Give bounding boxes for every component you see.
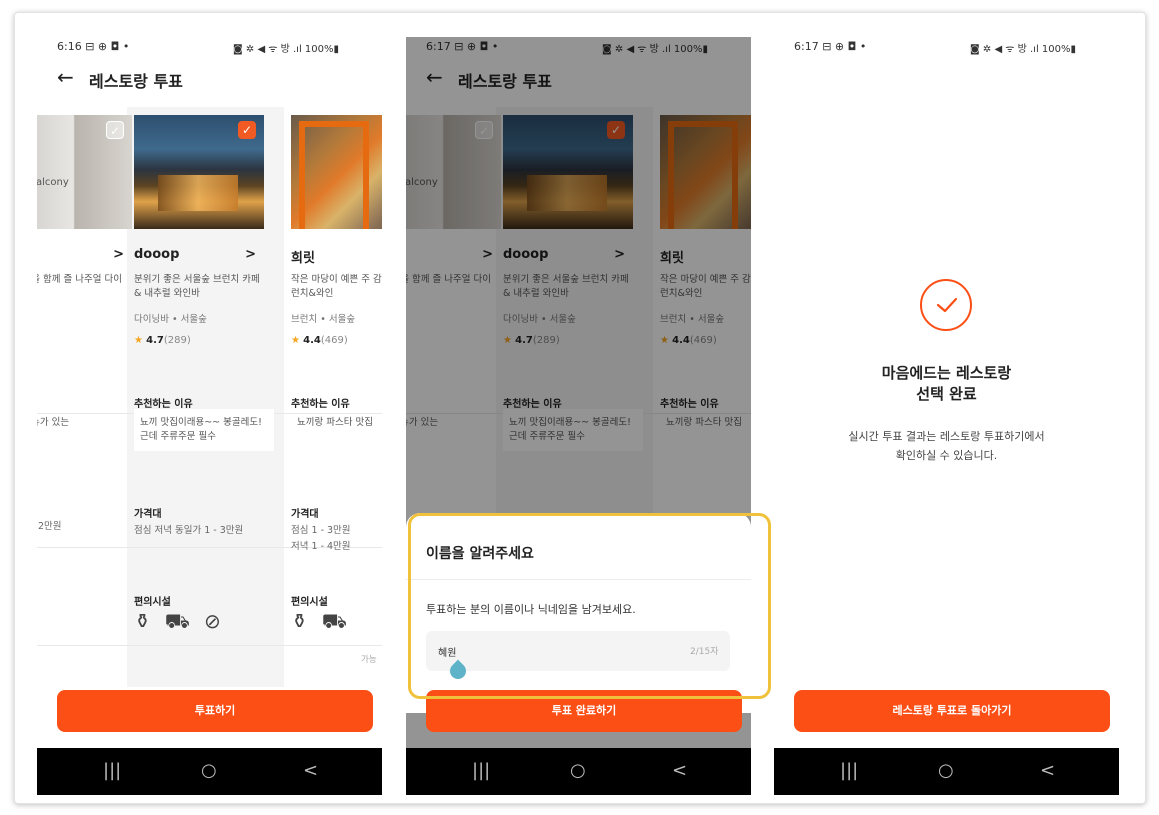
restaurant-photo [291,115,382,229]
system-nav-bar: ||| ○ < [774,748,1119,795]
review-count: (469) [320,335,348,346]
wine-glass-icon: ⚱ [291,609,322,633]
reason-title: 추천하는 이유 [291,399,350,410]
restaurant-card[interactable]: 희릿 작은 마당이 예쁜 주 감성의 브런치&와인 브런치 • 서울숲 ★ 4.… [291,115,382,665]
status-icons: ◙ ✲ ◀ ᯤ 방 .ıl 100%▮ [970,44,1077,55]
price-lunch: 점심 1 - 3만원 [291,525,351,536]
complete-title: 마음에드는 레스토랑 선택 완료 [774,363,1119,405]
check-circle-icon [920,279,972,331]
back-arrow-icon[interactable]: ← [57,65,74,89]
star-icon: ★ [291,335,300,346]
home-icon[interactable]: ○ [938,760,954,781]
restaurant-description: 분위기 좋은 서울숲 브런치 카페 & 내추럴 와인바 [134,274,260,299]
photo-sign-text: alcony [37,177,69,188]
photo-orange-frame [299,121,369,229]
system-nav-bar: ||| ○ < [37,748,382,795]
home-icon[interactable]: ○ [570,760,586,781]
complete-desc-line1: 실시간 투표 결과는 레스토랑 투표하기에서 [848,430,1045,443]
review-count: (289) [163,335,191,346]
price-text: 일가 1 - 2만원 [37,521,62,532]
restaurant-photo: alcony ✓ [37,115,132,229]
reason-text: 타' 메뉴가 있는 [37,417,70,428]
rating-score: 4.4 [303,335,321,346]
facility-icons: ⚱⛟ [291,609,361,636]
restaurant-description: 컬 와인을 함께 즐 나주얼 다이닝 바 [37,274,122,285]
restaurant-rating: ★ 4.7(289) [134,335,191,346]
no-pet-icon: ⊘ [203,609,235,633]
status-bar: 6:16 ⊟ ⊕ ◘ • ◙ ✲ ◀ ᯤ 방 .ıl 100%▮ [37,37,382,61]
system-nav-bar: ||| ○ < [406,748,751,795]
restaurant-category: 다이닝바 • 서울숲 [134,314,207,325]
back-nav-icon[interactable]: < [303,760,318,781]
status-time: 6:16 ⊟ ⊕ ◘ • [57,40,130,53]
reason-text: 뇨끼랑 파스타 맛집 [297,417,373,428]
restaurant-carousel[interactable]: alcony ✓ 을> 컬 와인을 함께 즐 나주얼 다이닝 바 I수 > 타'… [37,107,382,687]
page-title: 레스토랑 투표 [89,72,183,91]
facility-note: 가능 [361,655,377,665]
selected-check-icon[interactable]: ✓ [238,121,256,139]
restaurant-name-text: dooop [134,247,180,262]
facility-title: 편의시설 [291,597,328,608]
complete-description: 실시간 투표 결과는 레스토랑 투표하기에서 확인하실 수 있습니다. [774,427,1119,465]
complete-title-line2: 선택 완료 [916,385,977,403]
restaurant-card-selected[interactable]: ✓ dooop > 분위기 좋은 서울숲 브런치 카페 & 내추럴 와인바 다이닝… [134,115,274,633]
restaurant-name[interactable]: dooop > [134,247,264,262]
screenshot-frame: 6:16 ⊟ ⊕ ◘ • ◙ ✲ ◀ ᯤ 방 .ıl 100%▮ ← 레스토랑 … [14,12,1146,804]
price-text: 점심 저녁 동일가 1 - 3만원 [134,525,244,536]
parking-icon: ⛟ [321,609,361,633]
app-bar: ← 레스토랑 투표 [37,63,382,99]
wine-glass-icon: ⚱ [134,609,165,633]
star-icon: ★ [134,335,143,346]
status-icons: ◙ ✲ ◀ ᯤ 방 .ıl 100%▮ [233,44,340,55]
facility-title: 편의시설 [134,597,171,608]
vote-button[interactable]: 투표하기 [57,690,373,732]
restaurant-description: 작은 마당이 예쁜 주 감성의 브런치&와인 [291,274,382,299]
recent-apps-icon[interactable]: ||| [103,760,121,781]
restaurant-category: 브런치 • 서울숲 [291,314,356,325]
chevron-right-icon: > [245,247,256,262]
complete-desc-line2: 확인하실 수 있습니다. [895,449,998,462]
restaurant-rating: ★ 4.4(469) [291,335,348,346]
status-bar: 6:17 ⊟ ⊕ ◘ • ◙ ✲ ◀ ᯤ 방 .ıl 100%▮ [774,37,1119,61]
restaurant-name[interactable]: 을> [37,247,132,266]
highlight-box [408,513,771,699]
reason-title: 추천하는 이유 [134,399,193,410]
recent-apps-icon[interactable]: ||| [472,760,490,781]
restaurant-name[interactable]: 희릿 [291,247,382,266]
back-to-vote-button[interactable]: 레스토랑 투표로 돌아가기 [794,690,1110,732]
back-nav-icon[interactable]: < [672,760,687,781]
price-dinner: 저녁 1 - 4만원 [291,541,351,552]
back-nav-icon[interactable]: < [1040,760,1055,781]
parking-icon: ⛟ [164,609,204,633]
home-icon[interactable]: ○ [201,760,217,781]
price-title: 가격대 [134,509,162,520]
recent-apps-icon[interactable]: ||| [840,760,858,781]
photo-window-light [158,175,238,211]
facility-icons: ⚱⛟⊘ [134,609,235,636]
complete-title-line1: 마음에드는 레스토랑 [881,364,1012,382]
divider [37,645,382,646]
chevron-right-icon: > [113,247,124,262]
status-time: 6:17 ⊟ ⊕ ◘ • [794,40,867,53]
rating-score: 4.7 [146,335,164,346]
reason-text: 뇨끼 맛집이래용~~ 봉골레도! 근데 주류주문 필수 [134,409,274,451]
restaurant-vote-screen: 6:16 ⊟ ⊕ ◘ • ◙ ✲ ◀ ᯤ 방 .ıl 100%▮ ← 레스토랑 … [37,37,382,795]
restaurant-card[interactable]: alcony ✓ 을> 컬 와인을 함께 즐 나주얼 다이닝 바 I수 > 타'… [37,115,132,532]
vote-complete-screen: 6:17 ⊟ ⊕ ◘ • ◙ ✲ ◀ ᯤ 방 .ıl 100%▮ 마음에드는 레… [774,37,1119,795]
select-checkbox[interactable]: ✓ [106,121,124,139]
restaurant-photo: ✓ [134,115,264,229]
price-title: 가격대 [291,509,319,520]
